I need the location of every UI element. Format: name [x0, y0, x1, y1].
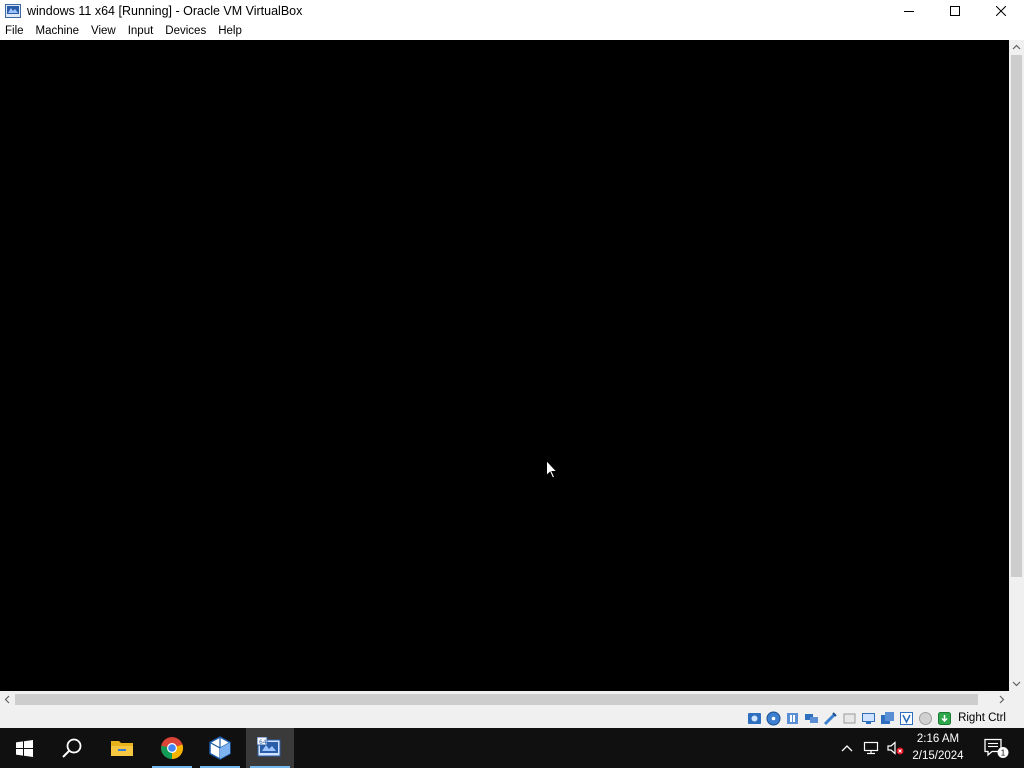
notification-count: 1 [1001, 748, 1006, 757]
menu-file[interactable]: File [0, 22, 30, 40]
recording-icon[interactable] [879, 710, 895, 726]
menu-view[interactable]: View [85, 22, 122, 40]
chrome-icon [161, 737, 184, 760]
virtualbox-app-icon[interactable] [5, 3, 21, 19]
chevron-left-icon [4, 695, 10, 704]
clock-time: 2:16 AM [916, 733, 960, 745]
mouse-cursor-icon [546, 460, 558, 479]
menu-machine[interactable]: Machine [30, 22, 85, 40]
menu-input[interactable]: Input [122, 22, 160, 40]
taskbar-clock[interactable]: 2:16 AM 2/15/2024 [908, 728, 968, 768]
usb-icon[interactable] [822, 710, 838, 726]
action-center-button[interactable]: 1 [976, 728, 1016, 768]
close-button[interactable] [978, 0, 1024, 22]
maximize-icon [950, 6, 960, 16]
horizontal-scroll-thumb[interactable] [15, 694, 978, 705]
start-button[interactable] [0, 728, 48, 768]
chevron-down-icon [1012, 681, 1021, 687]
file-explorer-button[interactable] [98, 728, 146, 768]
shared-folders-icon[interactable] [841, 710, 857, 726]
scrollbar-corner [1009, 691, 1024, 708]
svg-text:64: 64 [259, 739, 267, 746]
search-icon [62, 738, 82, 758]
optical-drive-icon[interactable] [765, 710, 781, 726]
vm-status-bar: Right Ctrl [0, 708, 1024, 728]
menu-devices[interactable]: Devices [159, 22, 212, 40]
mouse-integration-icon[interactable] [917, 710, 933, 726]
chevron-up-icon [841, 745, 853, 752]
vertical-scroll-thumb[interactable] [1011, 55, 1022, 577]
minimize-icon [904, 11, 914, 12]
folder-icon [111, 741, 133, 756]
horizontal-scrollbar[interactable] [0, 691, 1009, 708]
display-icon[interactable] [860, 710, 876, 726]
chevron-up-icon [1012, 44, 1021, 50]
tray-volume-button[interactable] [884, 728, 906, 768]
maximize-button[interactable] [932, 0, 978, 22]
window-title: windows 11 x64 [Running] - Oracle VM Vir… [27, 4, 303, 18]
virtualbox-icon [209, 736, 231, 760]
host-key-label[interactable]: Right Ctrl [958, 712, 1006, 724]
clock-date: 2/15/2024 [912, 750, 964, 762]
close-icon [996, 6, 1006, 16]
vertical-scrollbar[interactable] [1009, 40, 1024, 691]
network-icon[interactable] [803, 710, 819, 726]
windows-logo-icon [15, 739, 33, 757]
menu-help[interactable]: Help [212, 22, 248, 40]
video-capture-icon[interactable] [898, 710, 914, 726]
windows-taskbar: 64 2:16 AM 2/15/2024 1 [0, 728, 1024, 768]
search-button[interactable] [48, 728, 96, 768]
virtualbox-manager-button[interactable] [196, 728, 244, 768]
tray-network-button[interactable] [858, 728, 884, 768]
vm-display[interactable] [0, 40, 1009, 691]
network-icon [863, 741, 879, 755]
window-title-bar[interactable]: windows 11 x64 [Running] - Oracle VM Vir… [0, 0, 1024, 22]
show-hidden-icons-button[interactable] [836, 728, 858, 768]
chrome-button[interactable] [148, 728, 196, 768]
volume-muted-icon [887, 741, 904, 755]
notification-icon: 1 [984, 738, 1009, 758]
vm-window-icon: 64 [257, 737, 281, 757]
keyboard-capture-icon[interactable] [936, 710, 952, 726]
minimize-button[interactable] [886, 0, 932, 22]
virtualbox-vm-window-button[interactable]: 64 [246, 728, 294, 768]
audio-icon[interactable] [784, 710, 800, 726]
scroll-left-button[interactable] [0, 691, 15, 708]
scroll-right-button[interactable] [994, 691, 1009, 708]
chevron-right-icon [999, 695, 1005, 704]
scroll-down-button[interactable] [1009, 676, 1024, 691]
scroll-up-button[interactable] [1009, 40, 1024, 55]
hard-disk-icon[interactable] [746, 710, 762, 726]
menu-bar: File Machine View Input Devices Help [0, 22, 1024, 40]
